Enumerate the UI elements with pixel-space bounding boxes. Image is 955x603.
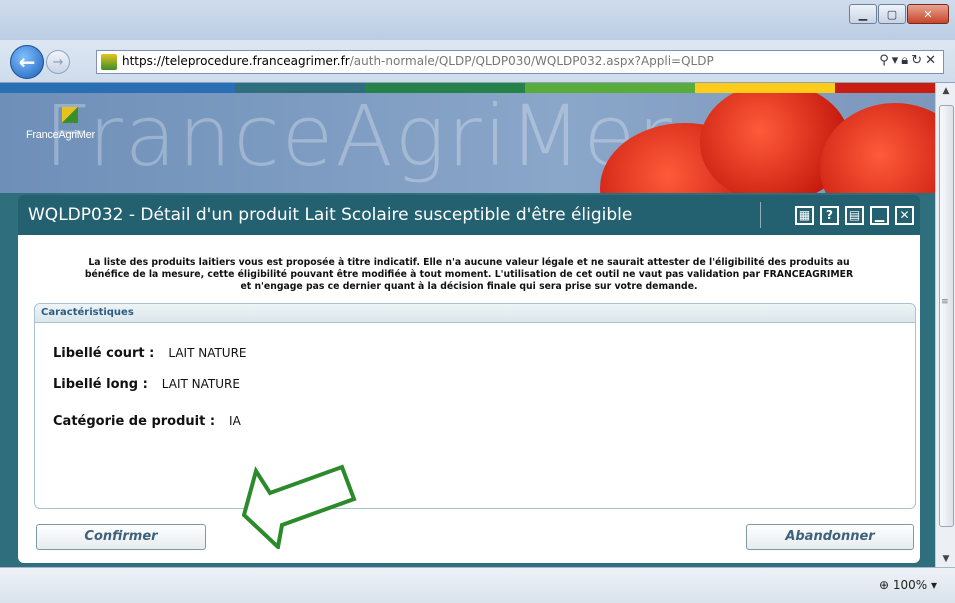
category-value: IA	[229, 414, 241, 428]
color-strip-segment	[695, 83, 835, 93]
stop-icon[interactable]: ✕	[925, 53, 939, 68]
category-caption: Catégorie de produit :	[53, 414, 216, 429]
help-icon[interactable]: ?	[820, 205, 839, 225]
vertical-scrollbar[interactable]: ▲ ≡ ▼	[935, 83, 955, 567]
page-title: WQLDP032 - Détail d'un produit Lait Scol…	[28, 205, 633, 225]
window-controls: ▁ ▢ ✕	[848, 4, 949, 24]
site-banner: FranceAgriMer FranceAgriMer	[0, 93, 935, 193]
color-strip	[0, 83, 935, 93]
page-title-bar: WQLDP032 - Détail d'un produit Lait Scol…	[18, 195, 920, 235]
zoom-control[interactable]: ⊕ 100% ▾	[879, 578, 937, 592]
short-label-value: LAIT NATURE	[168, 346, 247, 360]
disclaimer-line: et n'engage pas ce dernier quant à la dé…	[240, 281, 698, 292]
short-label-row: Libellé court : LAIT NATURE	[53, 346, 247, 361]
disclaimer-line: bénéfice de la mesure, cette éligibilité…	[84, 269, 854, 280]
color-strip-segment	[835, 83, 935, 93]
color-strip-segment	[235, 83, 365, 93]
characteristics-legend-label: Caractéristiques	[41, 307, 134, 318]
logo-text: FranceAgriMer	[26, 129, 95, 141]
short-label-caption: Libellé court :	[53, 346, 155, 361]
scroll-grip-icon: ≡	[941, 297, 949, 307]
site-favicon-icon	[101, 54, 117, 70]
color-strip-segment	[0, 83, 235, 93]
cancel-button[interactable]: Abandonner	[746, 524, 914, 550]
confirm-button[interactable]: Confirmer	[36, 524, 206, 550]
zoom-icon: ⊕	[878, 578, 889, 592]
address-bar-actions[interactable]: ⚲▾🔒︎↻✕	[879, 53, 939, 68]
page-content: La liste des produits laitiers vous est …	[18, 235, 920, 563]
calculator-icon[interactable]: ▦	[795, 205, 814, 225]
close-icon[interactable]: ✕	[895, 205, 914, 225]
disclaimer-line: La liste des produits laitiers vous est …	[88, 257, 850, 268]
long-label-value: LAIT NATURE	[161, 377, 240, 391]
scroll-thumb[interactable]	[939, 105, 954, 527]
address-bar[interactable]: https://teleprocedure.franceagrimer.fr/a…	[96, 50, 944, 74]
browser-navbar: ← → https://teleprocedure.franceagrimer.…	[0, 40, 955, 83]
page-viewport: FranceAgriMer FranceAgriMer WQLDP032 - D…	[0, 83, 935, 567]
refresh-icon[interactable]: ↻	[911, 53, 925, 68]
title-toolbar: ▦? ▤ ▁ ✕	[760, 202, 914, 228]
window-maximize-button[interactable]: ▢	[878, 4, 906, 24]
back-button[interactable]: ←	[10, 45, 44, 79]
dropdown-icon[interactable]: ▾	[892, 53, 902, 68]
franceagrimer-logo[interactable]: FranceAgriMer	[26, 107, 95, 141]
forward-button[interactable]: →	[46, 50, 70, 74]
zoom-level: 100%	[892, 578, 928, 592]
color-strip-segment	[525, 83, 695, 93]
long-label-row: Libellé long : LAIT NATURE	[53, 377, 240, 392]
window-titlebar: ▁ ▢ ✕	[0, 0, 955, 40]
category-row: Catégorie de produit : IA	[53, 414, 241, 429]
scroll-up-icon[interactable]: ▲	[936, 83, 955, 99]
banner-wordmark: FranceAgriMer	[44, 93, 674, 185]
logo-mark-icon	[62, 107, 78, 123]
print-icon[interactable]: ▤	[845, 205, 864, 225]
color-strip-segment	[365, 83, 525, 93]
status-bar: ⊕ 100% ▾	[0, 567, 955, 603]
window-close-button[interactable]: ✕	[907, 4, 949, 24]
chevron-down-icon[interactable]: ▾	[931, 578, 937, 592]
disclaimer-text: La liste des produits laitiers vous est …	[24, 257, 914, 293]
scroll-down-icon[interactable]: ▼	[936, 551, 955, 567]
long-label-caption: Libellé long :	[53, 377, 148, 392]
window-minimize-button[interactable]: ▁	[849, 4, 877, 24]
characteristics-legend: Caractéristiques	[35, 304, 915, 323]
annotation-arrow-icon	[241, 464, 357, 549]
minimize-icon[interactable]: ▁	[870, 205, 889, 225]
lock-icon[interactable]: 🔒︎	[901, 53, 911, 68]
toolbar-divider	[760, 202, 761, 228]
search-icon[interactable]: ⚲	[879, 53, 892, 68]
characteristics-panel: Caractéristiques Libellé court : LAIT NAT…	[34, 303, 916, 509]
address-url[interactable]: https://teleprocedure.franceagrimer.fr/a…	[122, 54, 714, 68]
